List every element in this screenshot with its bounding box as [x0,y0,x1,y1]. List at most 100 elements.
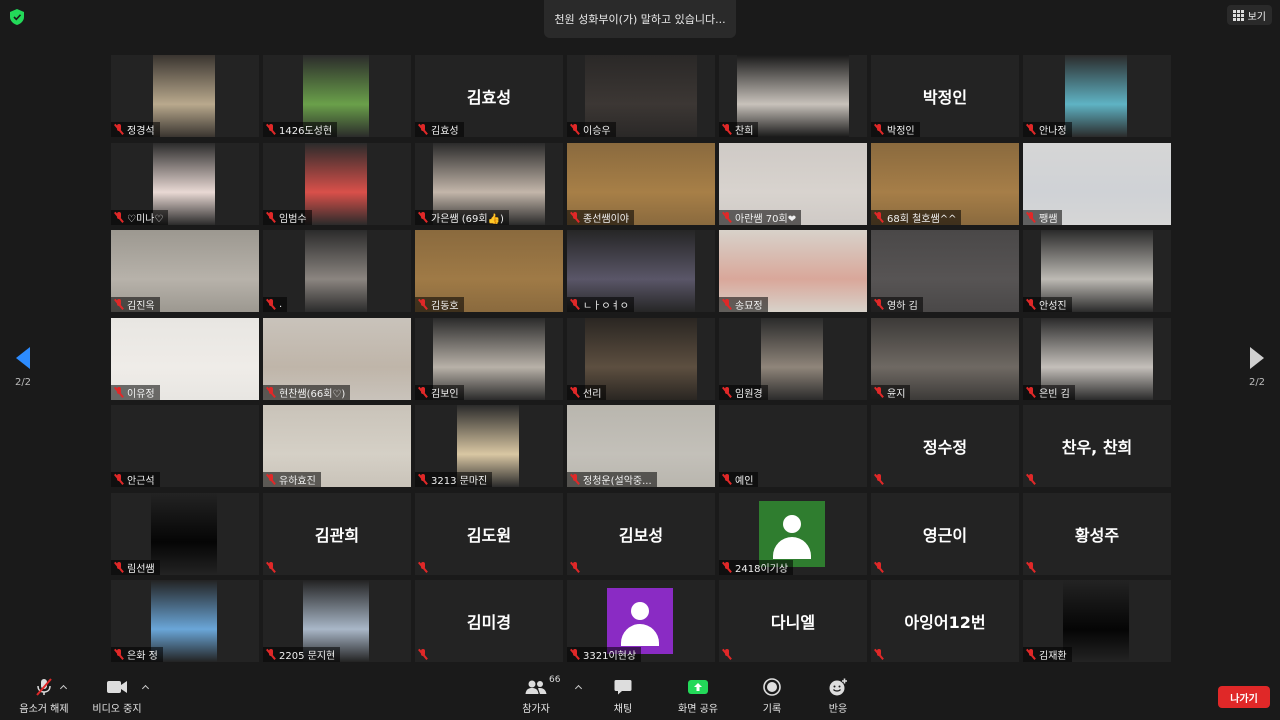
unmute-button[interactable]: 음소거 해제 [19,672,69,720]
participant-display-name: 김미경 [466,613,512,632]
participant-tile[interactable]: 안나정 [1023,55,1171,137]
previous-page-button[interactable]: 2/2 [8,343,38,395]
participant-name-tag: 유하효진 [263,472,321,487]
participant-tile[interactable]: 박정인 박정인 [871,55,1019,137]
participants-button[interactable]: 66 참가자 [516,672,560,720]
participant-tile[interactable]: 3321이현상 [567,580,715,662]
participant-tile[interactable]: 림선쌤 [111,492,259,575]
participant-tile[interactable]: 김미경 [415,580,563,662]
reactions-button[interactable]: 반응 [822,672,854,720]
participant-tile[interactable]: 68회 철호쌤^^ [871,142,1019,225]
chat-button[interactable]: 채팅 [606,672,640,720]
participant-name-label: 종선쌤이야 [583,213,629,225]
participant-tile[interactable]: 찬희 [719,55,867,137]
chevron-left-icon [16,347,30,369]
video-options-caret-icon[interactable] [142,684,150,692]
participant-tile[interactable]: 종선쌤이야 [567,142,715,225]
participant-name-tag: ♡미나♡ [111,209,169,225]
muted-mic-icon [874,124,884,135]
participant-name-label: 안근석 [127,476,155,487]
participant-tile[interactable]: . [263,230,411,312]
participant-name-label: 쨍쌤 [1039,213,1058,225]
participant-name-tag: 찬희 [719,122,759,137]
participant-name-label: 이유정 [127,388,155,400]
participant-tile[interactable]: 임원경 [719,317,867,400]
share-screen-icon [687,678,709,696]
participant-name-tag: ㄴㅏㅇㅕㅇ [567,297,634,312]
participant-tile[interactable]: 김보성 [567,492,715,575]
muted-mic-icon [874,561,884,573]
participant-tile[interactable]: 2205 문지현 [263,580,411,662]
participant-name-label: 68회 철호쌤^^ [887,213,957,225]
page-indicator-left: 2/2 [14,377,32,388]
participant-tile[interactable]: 안성진 [1023,230,1171,312]
participant-tile[interactable]: 선리 [567,317,715,400]
audio-options-caret-icon[interactable] [60,684,68,692]
record-label: 기록 [762,703,782,715]
leave-meeting-button[interactable]: 나가기 [1218,686,1270,708]
participants-caret-icon[interactable] [575,684,583,692]
record-button[interactable]: 기록 [756,672,788,720]
participant-tile[interactable]: 1426도성현 [263,55,411,137]
participant-tile[interactable]: 황성주 [1023,492,1171,575]
participant-tile[interactable]: 은화 정 [111,580,259,662]
muted-mic-icon [1026,561,1036,573]
participant-tile[interactable]: 유하효진 [263,405,411,487]
participant-name-tag: 김재환 [1023,647,1072,662]
participant-name-tag [871,560,889,575]
participant-video [1065,55,1127,137]
muted-mic-icon [874,474,884,485]
view-button[interactable]: 보기 [1226,5,1272,25]
reaction-emoji-icon [828,678,848,696]
participant-tile[interactable]: 이승우 [567,55,715,137]
participant-tile[interactable]: 정수정 [871,405,1019,487]
participant-tile[interactable]: 김보인 [415,317,563,400]
participant-name-tag: 김효성 [415,122,464,137]
participant-tile[interactable]: 2418이기상 [719,492,867,575]
participant-tile[interactable]: 안근석 [111,405,259,487]
participant-tile[interactable]: ♡미나♡ [111,142,259,225]
participant-name-tag: 종선쌤이야 [567,209,634,225]
muted-mic-icon [418,211,428,223]
participant-tile[interactable]: 예인 [719,405,867,487]
participant-tile[interactable]: 김관희 [263,492,411,575]
next-page-button[interactable]: 2/2 [1242,343,1272,395]
view-button-label: 보기 [1247,11,1266,23]
participant-tile[interactable]: 아잉어12번 [871,580,1019,662]
participant-tile[interactable]: 가은쌤 (69회👍) [415,142,563,225]
participant-tile[interactable]: 현찬쌤(66회♡) [263,317,411,400]
participant-tile[interactable]: 윤지 [871,317,1019,400]
participant-tile[interactable]: 은빈 김 [1023,317,1171,400]
reactions-label: 반응 [828,703,848,715]
participant-tile[interactable]: 임범수 [263,142,411,225]
participant-video [305,230,367,312]
participant-display-name: 정수정 [922,438,968,457]
participant-name-label: 2418이기상 [735,563,789,575]
default-avatar-icon [607,588,673,654]
participant-tile[interactable]: 이유정 [111,317,259,400]
participant-tile[interactable]: 쨍쌤 [1023,142,1171,225]
participant-name-label: 영하 김 [887,301,918,312]
participant-tile[interactable]: 김도원 [415,492,563,575]
participant-video [305,142,367,225]
share-screen-button[interactable]: 화면 공유 [672,672,724,720]
participant-tile[interactable]: 찬우, 찬희 [1023,405,1171,487]
participant-tile[interactable]: 아란쌤 70회❤ [719,142,867,225]
participant-tile[interactable]: 김진옥 [111,230,259,312]
participant-tile[interactable]: ㄴㅏㅇㅕㅇ [567,230,715,312]
participant-tile[interactable]: 영하 김 [871,230,1019,312]
participant-tile[interactable]: 김효성 김효성 [415,55,563,137]
participant-tile[interactable]: 송묘정 [719,230,867,312]
participant-tile[interactable]: 영근이 [871,492,1019,575]
participant-tile[interactable]: 정경석 [111,55,259,137]
participant-display-name: 찬우, 찬희 [1061,438,1133,457]
participant-tile[interactable]: 다니엘 [719,580,867,662]
participant-tile[interactable]: 정청운(설악중... [567,405,715,487]
participant-tile[interactable]: 김동호 [415,230,563,312]
participant-tile[interactable]: 3213 문마진 [415,405,563,487]
muted-mic-icon [722,299,732,310]
participant-tile[interactable]: 김재환 [1023,580,1171,662]
stop-video-button[interactable]: 비디오 중지 [88,672,146,720]
participant-display-name: 황성주 [1074,525,1120,545]
security-shield-icon[interactable] [10,9,24,25]
